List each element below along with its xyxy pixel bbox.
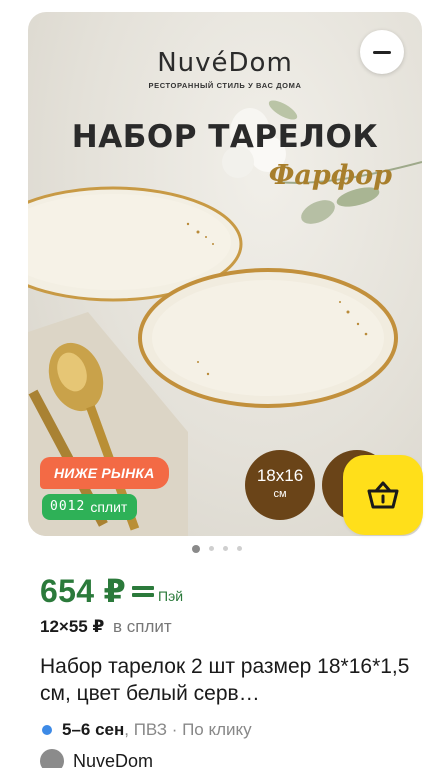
- image-pagination: [0, 544, 434, 553]
- promo-title: НАБОР ТАРЕЛОК: [71, 119, 379, 155]
- minus-icon: [373, 50, 391, 54]
- remove-button[interactable]: [360, 30, 404, 74]
- delivery-extra: , ПВЗ · По клику: [124, 720, 252, 739]
- product-title[interactable]: Набор тарелок 2 шт размер 18*16*1,5 см, …: [40, 653, 412, 707]
- pagination-dot-3[interactable]: [223, 546, 228, 551]
- delivery-date: 5–6 сен: [62, 720, 125, 739]
- size-badge: 18x16 см: [245, 450, 315, 520]
- pay-label: Пэй: [158, 588, 184, 604]
- split-badge-digits: 0012: [50, 499, 86, 514]
- price-value: 654 ₽: [40, 573, 127, 609]
- pagination-dot-2[interactable]: [209, 546, 214, 551]
- installment-row: 12×55 ₽ в сплит: [40, 617, 172, 637]
- split-badge-label: сплит: [90, 499, 128, 515]
- installment-note: в сплит: [113, 617, 172, 636]
- add-to-cart-button[interactable]: [343, 455, 423, 535]
- pagination-dot-4[interactable]: [237, 546, 242, 551]
- split-badge: 0012 сплит: [42, 494, 138, 520]
- seller-name: NuveDom: [73, 750, 154, 768]
- delivery-status-dot: [42, 725, 52, 735]
- plate-front: [138, 268, 398, 408]
- pay-card-icon: [132, 585, 155, 597]
- delivery-row: 5–6 сен , ПВЗ · По клику: [42, 720, 252, 740]
- seller-avatar-icon: [40, 749, 64, 768]
- brand-tagline: РЕСТОРАННЫЙ СТИЛЬ У ВАС ДОМА: [148, 81, 302, 90]
- size-badge-value: 18x16: [256, 466, 304, 485]
- basket-icon: [367, 481, 399, 509]
- seller-row[interactable]: NuveDom: [40, 749, 153, 768]
- installment-amount: 12×55 ₽: [40, 617, 105, 636]
- pagination-dot-1[interactable]: [192, 544, 200, 553]
- below-market-badge: НИЖЕ РЫНКА: [40, 457, 169, 489]
- price-row: 654 ₽ Пэй: [40, 572, 183, 610]
- promo-subtitle: Фарфор: [268, 160, 392, 191]
- size-badge-unit: см: [273, 488, 287, 500]
